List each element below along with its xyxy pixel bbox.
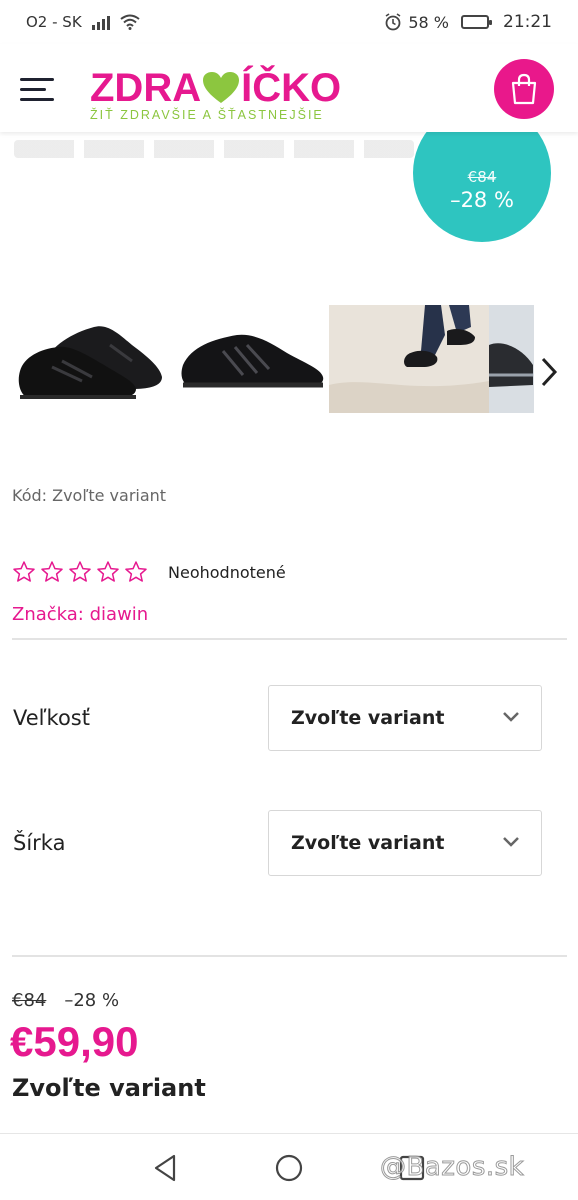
product-code: Kód: Zvoľte variant <box>12 486 167 505</box>
rating-stars[interactable] <box>12 560 148 584</box>
nav-home-button[interactable] <box>273 1152 305 1184</box>
product-gallery <box>12 305 534 413</box>
sneaker-side-image <box>181 334 324 388</box>
battery-icon <box>461 15 492 29</box>
cart-button[interactable] <box>494 59 554 119</box>
gallery-thumb-1[interactable] <box>12 305 166 413</box>
watermark: @Bazos.sk <box>379 1152 525 1183</box>
gallery-thumb-2[interactable] <box>173 305 327 413</box>
brand-link[interactable]: diawin <box>90 604 149 625</box>
status-bar: O2 - SK 58 % 21:21 <box>0 0 578 44</box>
sneakers-pair-image <box>18 326 162 399</box>
chevron-right-icon <box>541 357 558 387</box>
battery-percent: 58 % <box>408 12 449 32</box>
price-current: €59,90 <box>10 1018 139 1065</box>
size-select[interactable]: Zvoľte variant <box>268 685 542 751</box>
logo-text-left: ZDRA <box>90 66 202 110</box>
status-right: 58 % 21:21 <box>384 12 552 32</box>
shopping-bag-icon <box>511 73 537 105</box>
logo-text-right: ÍČKO <box>241 66 342 110</box>
price-old-row: €84 –28 % <box>12 990 119 1011</box>
star-icon[interactable] <box>12 560 36 584</box>
divider-top <box>12 638 567 640</box>
carrier-label: O2 - SK <box>26 13 82 31</box>
heart-icon <box>203 72 240 103</box>
width-select-value: Zvoľte variant <box>291 832 445 854</box>
size-select-value: Zvoľte variant <box>291 707 445 729</box>
chevron-down-icon <box>503 837 519 847</box>
star-icon[interactable] <box>96 560 120 584</box>
nav-back-button[interactable] <box>150 1152 182 1184</box>
badge-discount: –28 % <box>450 188 514 212</box>
star-icon[interactable] <box>40 560 64 584</box>
gallery-thumb-4[interactable] <box>489 305 534 413</box>
star-icon[interactable] <box>124 560 148 584</box>
price-discount: –28 % <box>64 990 120 1011</box>
brand-label: Značka: <box>12 604 84 625</box>
alarm-icon <box>385 13 401 31</box>
star-icon[interactable] <box>68 560 92 584</box>
wifi-icon <box>120 14 140 30</box>
gallery-next-button[interactable] <box>534 350 564 394</box>
product-rating[interactable]: Neohodnotené <box>12 558 286 586</box>
rating-text: Neohodnotené <box>168 562 286 582</box>
gallery-thumb-3[interactable] <box>329 305 489 413</box>
price-old: €84 <box>12 990 47 1011</box>
width-label: Šírka <box>13 831 66 855</box>
faded-title-remnant <box>14 140 414 158</box>
price-variant-note: Zvoľte variant <box>12 1074 206 1102</box>
back-triangle-icon <box>154 1154 176 1182</box>
status-left: O2 - SK <box>26 13 140 31</box>
product-brand: Značka: diawin <box>12 604 148 625</box>
divider-bottom <box>12 955 567 957</box>
hamburger-menu-icon[interactable] <box>20 78 54 102</box>
size-label: Veľkosť <box>13 706 90 730</box>
signal-icon <box>91 14 110 30</box>
badge-old-price: €84 <box>467 168 497 186</box>
logo-tagline: ŽIŤ ZDRAVŠIE A ŠŤASTNEJŠIE <box>90 108 324 122</box>
width-select[interactable]: Zvoľte variant <box>268 810 542 876</box>
walking-on-sand-image <box>329 305 489 413</box>
site-header: ZDRA ÍČKO ŽIŤ ZDRAVŠIE A ŠŤASTNEJŠIE <box>0 44 578 132</box>
clock-time: 21:21 <box>503 12 552 32</box>
logo-wordmark: ZDRA ÍČKO <box>90 66 350 110</box>
home-circle-icon <box>275 1154 303 1182</box>
sneaker-detail-image <box>489 305 534 413</box>
site-logo[interactable]: ZDRA ÍČKO ŽIŤ ZDRAVŠIE A ŠŤASTNEJŠIE <box>90 66 350 126</box>
chevron-down-icon <box>503 712 519 722</box>
